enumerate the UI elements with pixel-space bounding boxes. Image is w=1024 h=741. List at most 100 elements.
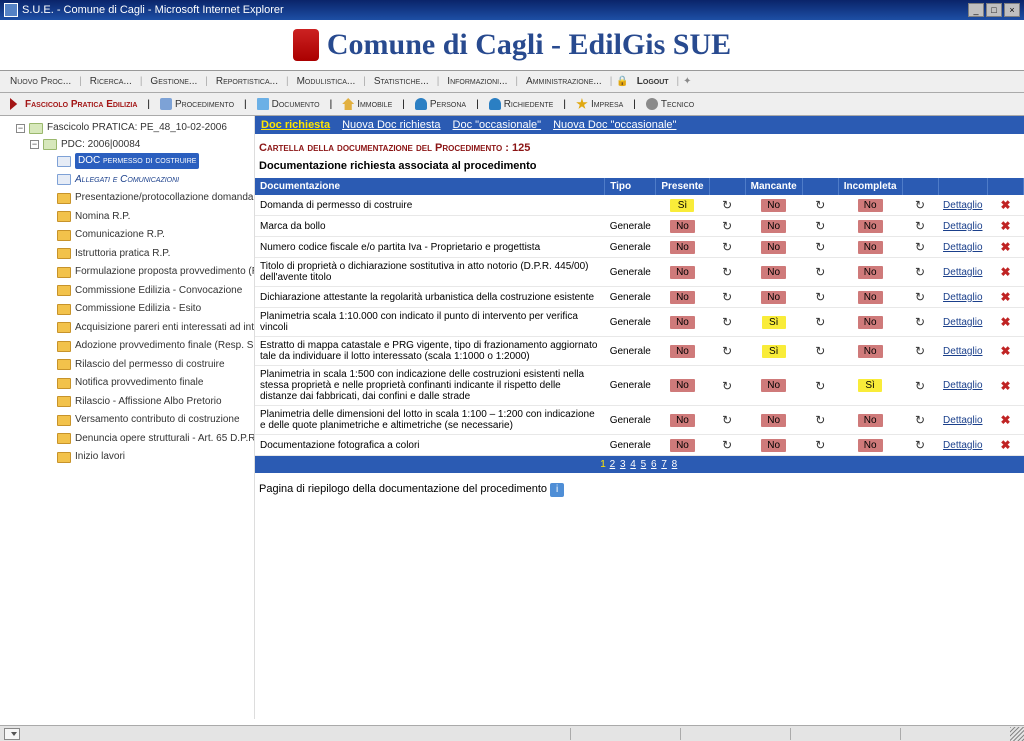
delete-icon[interactable]: ✖: [1000, 240, 1010, 254]
cell-refresh[interactable]: [802, 337, 838, 366]
cell-refresh[interactable]: [709, 435, 745, 456]
tree-item[interactable]: Notifica provvedimento finale: [44, 375, 203, 391]
refresh-icon[interactable]: [720, 315, 734, 329]
cell-refresh[interactable]: [902, 195, 938, 216]
toolbar-item[interactable]: Procedimento: [156, 96, 238, 112]
cell-refresh[interactable]: [709, 216, 745, 237]
menu-item[interactable]: Modulistica...: [293, 74, 360, 89]
refresh-icon[interactable]: [720, 265, 734, 279]
pager-link[interactable]: 6: [651, 459, 657, 470]
menu-item[interactable]: Ricerca...: [86, 74, 136, 89]
collapse-icon[interactable]: [16, 124, 25, 133]
tree-item[interactable]: DOC permesso di costruire: [44, 153, 199, 169]
delete-icon[interactable]: ✖: [1000, 413, 1010, 427]
refresh-icon[interactable]: [913, 219, 927, 233]
cell-refresh[interactable]: [902, 308, 938, 337]
tree-item[interactable]: Presentazione/protocollazione domanda: [44, 190, 253, 206]
toolbar-item[interactable]: Immobile: [338, 96, 396, 112]
toolbar-item[interactable]: Documento: [253, 96, 324, 112]
refresh-icon[interactable]: [813, 240, 827, 254]
refresh-icon[interactable]: [720, 290, 734, 304]
refresh-icon[interactable]: [913, 438, 927, 452]
refresh-icon[interactable]: [813, 315, 827, 329]
tree-root[interactable]: Fascicolo PRATICA: PE_48_10-02-2006: [16, 120, 227, 136]
cell-refresh[interactable]: [902, 287, 938, 308]
refresh-icon[interactable]: [813, 344, 827, 358]
pager-link[interactable]: 2: [610, 459, 616, 470]
cell-refresh[interactable]: [802, 216, 838, 237]
cell-refresh[interactable]: [802, 195, 838, 216]
delete-icon[interactable]: ✖: [1000, 315, 1010, 329]
refresh-icon[interactable]: [913, 198, 927, 212]
minimize-button[interactable]: _: [968, 3, 984, 17]
refresh-icon[interactable]: [913, 379, 927, 393]
cell-refresh[interactable]: [709, 308, 745, 337]
tree-item[interactable]: Adozione provvedimento finale (Resp. S.U…: [44, 338, 255, 354]
tree-item[interactable]: Rilascio - Affissione Albo Pretorio: [44, 394, 222, 410]
dettaglio-link[interactable]: Dettaglio: [943, 267, 982, 278]
cell-refresh[interactable]: [902, 258, 938, 287]
tree-item[interactable]: Rilascio del permesso di costruire: [44, 357, 225, 373]
refresh-icon[interactable]: [913, 413, 927, 427]
cell-refresh[interactable]: [709, 287, 745, 308]
cell-refresh[interactable]: [802, 258, 838, 287]
tree-item[interactable]: Versamento contributo di costruzione: [44, 412, 240, 428]
th-tipo[interactable]: Tipo: [605, 178, 656, 195]
toolbar-item[interactable]: Tecnico: [642, 96, 698, 112]
delete-icon[interactable]: ✖: [1000, 198, 1010, 212]
collapse-icon[interactable]: [30, 140, 39, 149]
refresh-icon[interactable]: [720, 198, 734, 212]
refresh-icon[interactable]: [913, 344, 927, 358]
pager-link[interactable]: 5: [641, 459, 647, 470]
statusbar-menu-button[interactable]: [4, 728, 20, 740]
th-mancante[interactable]: Mancante: [745, 178, 802, 195]
refresh-icon[interactable]: [813, 379, 827, 393]
toolbar-item[interactable]: Impresa: [572, 96, 627, 112]
pager-link[interactable]: 8: [672, 459, 678, 470]
refresh-icon[interactable]: [720, 413, 734, 427]
th-doc[interactable]: Documentazione: [255, 178, 605, 195]
dettaglio-link[interactable]: Dettaglio: [943, 242, 982, 253]
tab[interactable]: Doc richiesta: [261, 119, 330, 131]
tree-sidebar[interactable]: Fascicolo PRATICA: PE_48_10-02-2006 PDC:…: [0, 116, 255, 719]
tree-sub[interactable]: PDC: 2006|00084: [30, 137, 140, 153]
refresh-icon[interactable]: [813, 219, 827, 233]
tree-item[interactable]: Commissione Edilizia - Esito: [44, 301, 201, 317]
th-incompleta[interactable]: Incompleta: [838, 178, 902, 195]
cell-refresh[interactable]: [902, 237, 938, 258]
refresh-icon[interactable]: [913, 265, 927, 279]
cell-refresh[interactable]: [802, 308, 838, 337]
delete-icon[interactable]: ✖: [1000, 379, 1010, 393]
refresh-icon[interactable]: [720, 219, 734, 233]
dettaglio-link[interactable]: Dettaglio: [943, 292, 982, 303]
cell-refresh[interactable]: [902, 337, 938, 366]
tree-item[interactable]: Comunicazione R.P.: [44, 227, 165, 243]
refresh-icon[interactable]: [720, 438, 734, 452]
toolbar-item[interactable]: Fascicolo Pratica Edilizia: [6, 96, 141, 112]
delete-icon[interactable]: ✖: [1000, 344, 1010, 358]
pager-link[interactable]: 4: [630, 459, 636, 470]
cell-refresh[interactable]: [802, 435, 838, 456]
tree-item[interactable]: Commissione Edilizia - Convocazione: [44, 283, 242, 299]
delete-icon[interactable]: ✖: [1000, 265, 1010, 279]
pager-link[interactable]: 7: [661, 459, 667, 470]
refresh-icon[interactable]: [720, 344, 734, 358]
cell-refresh[interactable]: [902, 435, 938, 456]
delete-icon[interactable]: ✖: [1000, 438, 1010, 452]
menu-item[interactable]: Reportistica...: [212, 74, 282, 89]
cell-refresh[interactable]: [709, 337, 745, 366]
cell-refresh[interactable]: [709, 195, 745, 216]
info-icon[interactable]: i: [550, 483, 564, 497]
tree-item[interactable]: Nomina R.P.: [44, 209, 130, 225]
maximize-button[interactable]: □: [986, 3, 1002, 17]
cell-refresh[interactable]: [802, 287, 838, 308]
refresh-icon[interactable]: [813, 265, 827, 279]
logout-link[interactable]: Logout: [633, 74, 673, 89]
cell-refresh[interactable]: [709, 366, 745, 406]
refresh-icon[interactable]: [720, 240, 734, 254]
refresh-icon[interactable]: [813, 413, 827, 427]
toolbar-item[interactable]: Persona: [411, 96, 470, 112]
pager-link[interactable]: 3: [620, 459, 626, 470]
cell-refresh[interactable]: [802, 366, 838, 406]
tree-item[interactable]: Inizio lavori: [44, 449, 125, 465]
